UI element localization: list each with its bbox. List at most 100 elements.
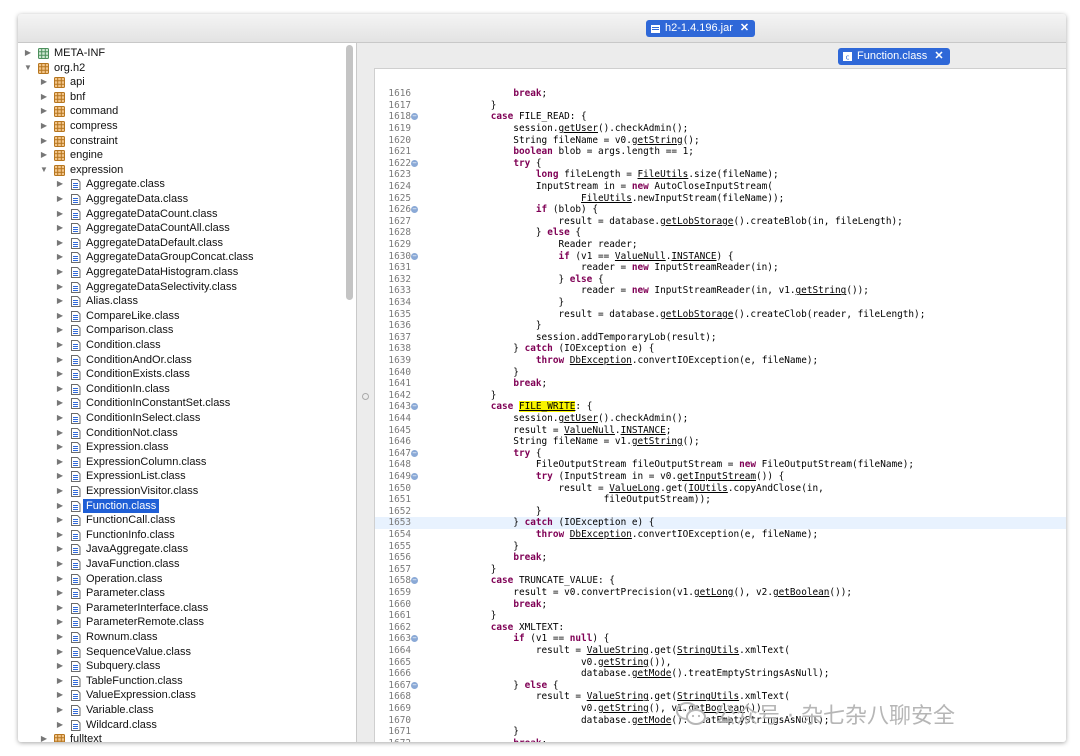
collapsed-arrow-icon[interactable]: ▶ [56, 688, 64, 703]
tree-item-class[interactable]: ▶ ParameterInterface.class [18, 601, 344, 616]
tree-item-package[interactable]: ▼ org.h2 [18, 61, 344, 76]
tree-item-class[interactable]: ▶ AggregateData.class [18, 192, 344, 207]
tree-item-class[interactable]: ▶ AggregateDataSelectivity.class [18, 280, 344, 295]
expanded-arrow-icon[interactable]: ▼ [40, 163, 48, 178]
tree-item-class[interactable]: ▶ ParameterRemote.class [18, 615, 344, 630]
collapsed-arrow-icon[interactable]: ▶ [56, 659, 64, 674]
tree-item-class[interactable]: ▶ ConditionExists.class [18, 367, 344, 382]
tree-item-class[interactable]: ▶ ConditionAndOr.class [18, 353, 344, 368]
tree-item-package[interactable]: ▶ constraint [18, 134, 344, 149]
tree-item-class[interactable]: ▶ Variable.class [18, 703, 344, 718]
tree-item-class[interactable]: ▶ ExpressionColumn.class [18, 455, 344, 470]
collapsed-arrow-icon[interactable]: ▶ [40, 732, 48, 742]
collapsed-arrow-icon[interactable]: ▶ [56, 645, 64, 660]
archive-tab[interactable]: h2-1.4.196.jar ✕ [646, 20, 756, 37]
collapsed-arrow-icon[interactable]: ▶ [56, 250, 64, 265]
tree-item-class[interactable]: ▶ Comparison.class [18, 323, 344, 338]
collapsed-arrow-icon[interactable]: ▶ [56, 601, 64, 616]
tree-item-class[interactable]: ▶ Parameter.class [18, 586, 344, 601]
tree-item-package[interactable]: ▶ command [18, 104, 344, 119]
collapsed-arrow-icon[interactable]: ▶ [56, 484, 64, 499]
tree-item-class[interactable]: ▶ FunctionInfo.class [18, 528, 344, 543]
collapsed-arrow-icon[interactable]: ▶ [56, 294, 64, 309]
collapsed-arrow-icon[interactable]: ▶ [56, 309, 64, 324]
fold-toggle-icon[interactable]: − [411, 635, 418, 643]
tree-item-class[interactable]: ▶ Wildcard.class [18, 718, 344, 733]
collapsed-arrow-icon[interactable]: ▶ [56, 192, 64, 207]
tree-item-class[interactable]: ▶ AggregateDataGroupConcat.class [18, 250, 344, 265]
fold-toggle-icon[interactable]: − [411, 681, 418, 689]
collapsed-arrow-icon[interactable]: ▶ [56, 177, 64, 192]
tree-item-class[interactable]: ▶ Alias.class [18, 294, 344, 309]
collapsed-arrow-icon[interactable]: ▶ [56, 338, 64, 353]
collapsed-arrow-icon[interactable]: ▶ [40, 134, 48, 149]
tree-item-class[interactable]: ▶ Function.class [18, 498, 344, 514]
tree-item-class[interactable]: ▶ AggregateDataCount.class [18, 207, 344, 222]
close-archive-tab-icon[interactable]: ✕ [740, 20, 749, 37]
fold-toggle-icon[interactable]: − [411, 113, 418, 121]
collapsed-arrow-icon[interactable]: ▶ [56, 674, 64, 689]
collapsed-arrow-icon[interactable]: ▶ [56, 221, 64, 236]
tree-item-class[interactable]: ▶ FunctionCall.class [18, 513, 344, 528]
expanded-arrow-icon[interactable]: ▼ [24, 61, 32, 76]
collapsed-arrow-icon[interactable]: ▶ [56, 718, 64, 733]
collapsed-arrow-icon[interactable]: ▶ [40, 119, 48, 134]
tree-item-package[interactable]: ▼ expression [18, 163, 344, 178]
fold-toggle-icon[interactable]: − [411, 403, 418, 411]
collapsed-arrow-icon[interactable]: ▶ [56, 382, 64, 397]
tree-item-class[interactable]: ▶ Expression.class [18, 440, 344, 455]
tree-item-class[interactable]: ▶ Operation.class [18, 572, 344, 587]
collapsed-arrow-icon[interactable]: ▶ [56, 469, 64, 484]
collapsed-arrow-icon[interactable]: ▶ [56, 513, 64, 528]
tree-item-class[interactable]: ▶ SequenceValue.class [18, 645, 344, 660]
tree-item-class[interactable]: ▶ ConditionInConstantSet.class [18, 396, 344, 411]
tree-item-class[interactable]: ▶ ConditionNot.class [18, 426, 344, 441]
tree-item-class[interactable]: ▶ ExpressionVisitor.class [18, 484, 344, 499]
collapsed-arrow-icon[interactable]: ▶ [56, 557, 64, 572]
collapsed-arrow-icon[interactable]: ▶ [56, 528, 64, 543]
tree-item-class[interactable]: ▶ ExpressionList.class [18, 469, 344, 484]
collapsed-arrow-icon[interactable]: ▶ [40, 75, 48, 90]
tree-item-class[interactable]: ▶ Condition.class [18, 338, 344, 353]
collapsed-arrow-icon[interactable]: ▶ [56, 323, 64, 338]
tree-item-package[interactable]: ▶ api [18, 75, 344, 90]
editor-tab[interactable]: c Function.class ✕ [838, 48, 950, 65]
tree-item-class[interactable]: ▶ AggregateDataCountAll.class [18, 221, 344, 236]
tree-item-class[interactable]: ▶ TableFunction.class [18, 674, 344, 689]
tree-item-class[interactable]: ▶ Subquery.class [18, 659, 344, 674]
collapsed-arrow-icon[interactable]: ▶ [56, 207, 64, 222]
collapsed-arrow-icon[interactable]: ▶ [40, 90, 48, 105]
collapsed-arrow-icon[interactable]: ▶ [56, 367, 64, 382]
collapsed-arrow-icon[interactable]: ▶ [56, 542, 64, 557]
collapsed-arrow-icon[interactable]: ▶ [56, 630, 64, 645]
fold-toggle-icon[interactable]: − [411, 577, 418, 585]
collapsed-arrow-icon[interactable]: ▶ [40, 148, 48, 163]
tree-item-package[interactable]: ▶ compress [18, 119, 344, 134]
collapsed-arrow-icon[interactable]: ▶ [56, 411, 64, 426]
code-editor[interactable]: 1616 break; 1617 } 1618− case FILE_READ: {… [374, 68, 1066, 742]
tree-item-class[interactable]: ▶ ConditionInSelect.class [18, 411, 344, 426]
collapsed-arrow-icon[interactable]: ▶ [56, 586, 64, 601]
tree-scrollbar[interactable] [346, 45, 353, 300]
collapsed-arrow-icon[interactable]: ▶ [56, 236, 64, 251]
tree-item-class[interactable]: ▶ AggregateDataHistogram.class [18, 265, 344, 280]
fold-toggle-icon[interactable]: − [411, 473, 418, 480]
collapsed-arrow-icon[interactable]: ▶ [56, 615, 64, 630]
tree-item-class[interactable]: ▶ AggregateDataDefault.class [18, 236, 344, 251]
tree-item-class[interactable]: ▶ CompareLike.class [18, 309, 344, 324]
tree-item-class[interactable]: ▶ Aggregate.class [18, 177, 344, 192]
tree-item-package[interactable]: ▶ engine [18, 148, 344, 163]
collapsed-arrow-icon[interactable]: ▶ [56, 280, 64, 295]
tree-item-class[interactable]: ▶ ValueExpression.class [18, 688, 344, 703]
fold-toggle-icon[interactable]: − [411, 159, 418, 167]
fold-toggle-icon[interactable]: − [411, 449, 418, 457]
collapsed-arrow-icon[interactable]: ▶ [56, 455, 64, 470]
package-explorer[interactable]: ▶ META-INF ▼ org.h2 ▶ api ▶ bnf ▶ command ▶ compres… [18, 43, 357, 742]
fold-toggle-icon[interactable]: − [411, 206, 418, 214]
collapsed-arrow-icon[interactable]: ▶ [56, 703, 64, 718]
tree-item-package[interactable]: ▶ META-INF [18, 46, 344, 61]
collapsed-arrow-icon[interactable]: ▶ [56, 353, 64, 368]
collapsed-arrow-icon[interactable]: ▶ [24, 46, 32, 61]
close-editor-tab-icon[interactable]: ✕ [934, 48, 943, 65]
pane-splitter[interactable] [357, 43, 373, 742]
